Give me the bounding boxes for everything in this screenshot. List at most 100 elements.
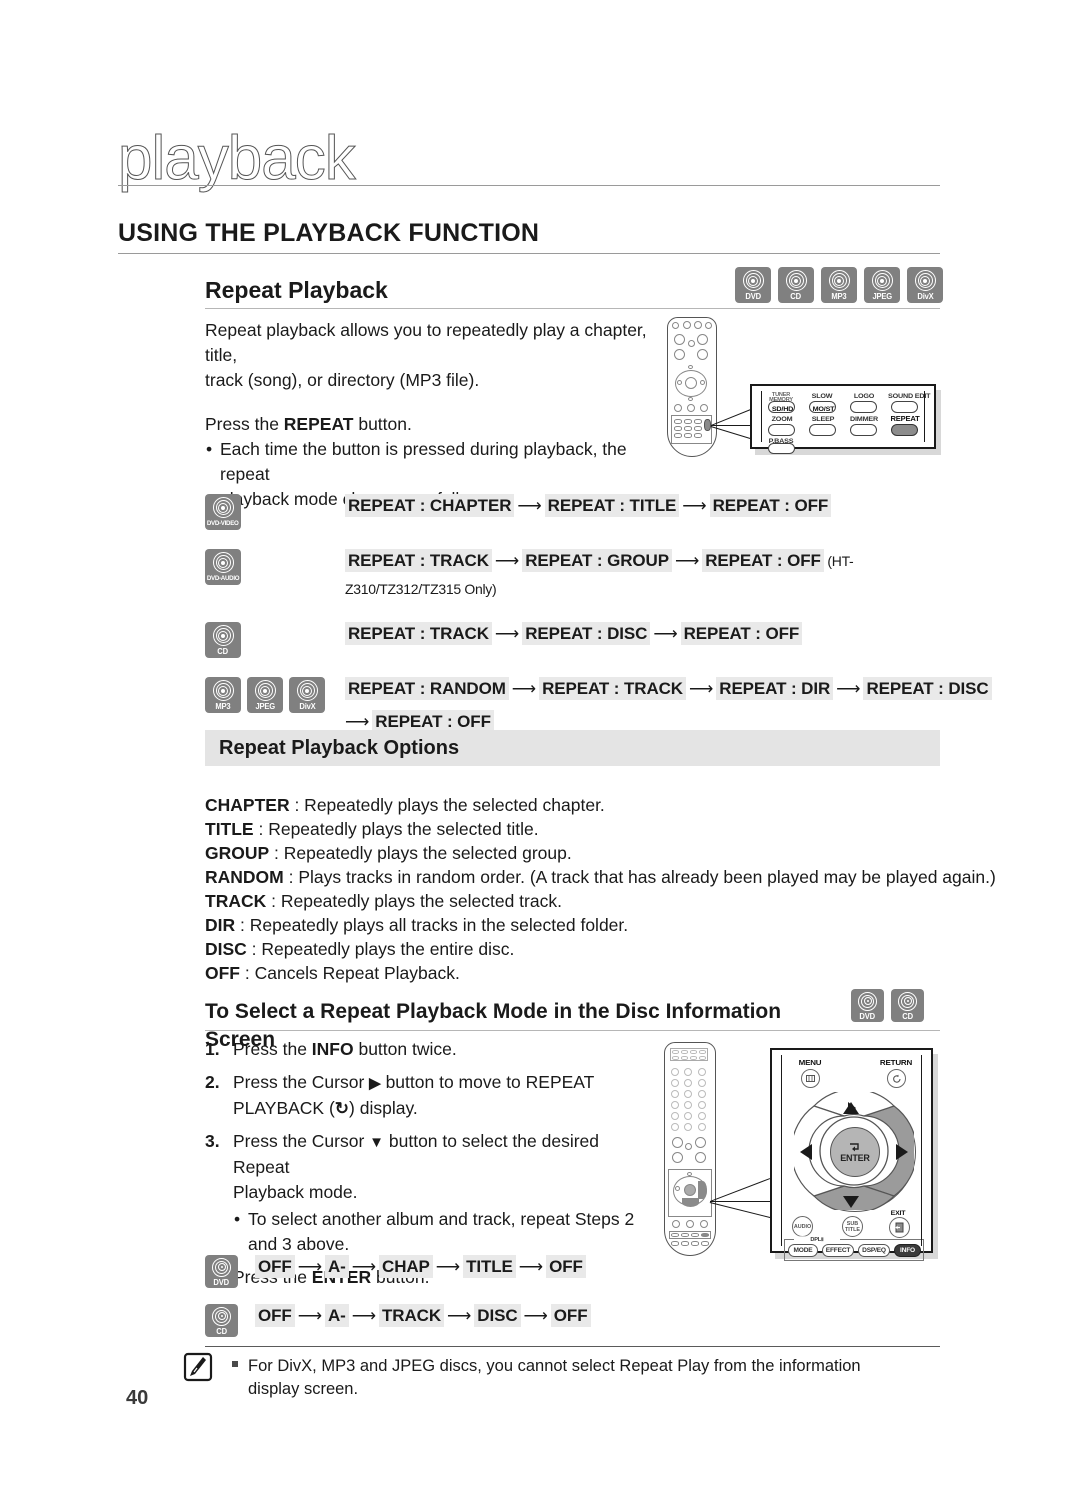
remote-key	[681, 1241, 689, 1246]
arrow-icon: ⟶	[511, 679, 537, 698]
remote-key	[688, 340, 695, 347]
remote-key	[688, 365, 693, 369]
remote-key	[671, 1123, 679, 1131]
running-head: playback	[118, 120, 940, 190]
sequence-text: REPEAT : CHAPTER ⟶ REPEAT : TITLE ⟶ REPEAT :…	[345, 492, 945, 519]
sequence-icons: CD	[205, 620, 345, 658]
step-3: 3. Press the Cursor ▼ button to select t…	[205, 1129, 645, 1257]
arrow-icon: ⟶	[682, 496, 707, 515]
cursor-up-triangle[interactable]	[843, 1102, 859, 1114]
step-pre: Press the Cursor	[233, 1131, 370, 1151]
sequence-row-mp3-jpeg-divx: MP3 JPEG DivX REPEAT : RANDOM ⟶ REPEAT : T…	[205, 675, 992, 735]
arrow-icon: ⟶	[351, 1257, 377, 1276]
remote-key	[671, 1068, 679, 1076]
exit-button[interactable]	[889, 1217, 910, 1238]
callout-button-sound-edit[interactable]	[891, 401, 918, 413]
disc-badge-jpeg: JPEG	[247, 677, 283, 713]
sequence-item: OFF	[255, 1255, 295, 1278]
note-icon	[183, 1352, 213, 1382]
option-term: RANDOM	[205, 867, 284, 887]
remote-key	[698, 1068, 706, 1076]
option-term: TITLE	[205, 819, 254, 839]
remote-key	[700, 404, 708, 412]
mode-button[interactable]: MODE	[788, 1244, 818, 1257]
cursor-right-icon[interactable]	[896, 1144, 908, 1160]
return-glyph	[892, 1074, 901, 1083]
note-rule	[205, 1346, 940, 1347]
cursor-left-icon[interactable]	[800, 1144, 812, 1160]
cursor-down-icon[interactable]	[843, 1196, 859, 1208]
sequence-icons: DVD-AUDIO	[205, 547, 345, 585]
dsp-eq-button[interactable]: DSP/EQ	[858, 1244, 890, 1257]
effect-button[interactable]: EFFECT	[822, 1244, 854, 1257]
step-pre: Press the	[233, 1039, 312, 1059]
option-group: GROUP : Repeatedly plays the selected gr…	[205, 841, 945, 865]
remote-key	[681, 1056, 688, 1060]
remote-enter-key	[685, 377, 697, 389]
callout-button-logo[interactable]	[850, 401, 877, 413]
arrow-icon: ⟶	[494, 551, 520, 570]
repeat-button-name: REPEAT	[283, 414, 354, 434]
disc-badge-label: DVD	[859, 1011, 876, 1021]
step-1: 1. Press the INFO button twice.	[205, 1037, 645, 1062]
sequence-item: REPEAT : RANDOM	[345, 677, 509, 700]
callout-label-sleep: SLEEP	[811, 414, 835, 423]
option-desc: : Repeatedly plays the selected title.	[253, 819, 539, 839]
callout-button-sdhd[interactable]: SD/HD	[768, 401, 795, 413]
menu-glyph	[806, 1075, 815, 1082]
arrow-icon: ⟶	[688, 679, 714, 698]
option-desc: : Repeatedly plays all tracks in the sel…	[235, 915, 629, 935]
cursor-right-icon: ▶	[369, 1075, 381, 1092]
remote-key	[671, 1079, 679, 1087]
disc-badge-mp3: MP3	[205, 677, 241, 713]
sequence-item: A-	[324, 1255, 349, 1278]
sequence-icons: CD	[205, 1302, 255, 1337]
disc-icon	[871, 270, 893, 291]
disc-icon	[212, 552, 234, 573]
sequence-item: REPEAT : OFF	[702, 549, 824, 572]
step-post: button to move to REPEAT	[380, 1072, 595, 1092]
step-text: Press the INFO button twice.	[233, 1037, 645, 1062]
remote-key	[684, 1068, 692, 1076]
return-icon[interactable]	[887, 1069, 906, 1088]
enter-button[interactable]: ENTER	[830, 1127, 880, 1177]
remote-key	[674, 334, 685, 345]
step-post: button twice.	[353, 1039, 457, 1059]
sequence-text: REPEAT : TRACK ⟶ REPEAT : DISC ⟶ REPEAT : OF…	[345, 620, 945, 647]
callout-button-sleep[interactable]	[809, 424, 836, 436]
sequence-icons: MP3 JPEG DivX	[205, 675, 345, 713]
disc-icon	[296, 680, 318, 701]
callout-button-most[interactable]: MO/ST	[809, 401, 836, 413]
remote-key	[694, 426, 702, 431]
option-desc: : Plays tracks in random order. (A track…	[283, 867, 996, 887]
option-track: TRACK : Repeatedly plays the selected tr…	[205, 889, 945, 913]
menu-icon[interactable]	[801, 1069, 820, 1088]
sequence-item: REPEAT : CHAPTER	[345, 494, 515, 517]
audio-button[interactable]: AUDIO	[792, 1216, 813, 1237]
disc-badge-label: CD	[790, 292, 802, 301]
sequence-item: REPEAT : TRACK	[345, 622, 492, 645]
option-term: CHAPTER	[205, 795, 290, 815]
bullet-line-1: Each time the button is pressed during p…	[205, 437, 665, 487]
callout-button-zoom[interactable]	[768, 424, 795, 436]
remote-key	[684, 1112, 692, 1120]
callout-button-repeat[interactable]	[891, 424, 918, 436]
subtitle-button[interactable]: SUB TITLE	[842, 1216, 863, 1237]
option-term: DISC	[205, 939, 247, 959]
option-term: DIR	[205, 915, 236, 935]
note-body: For DivX, MP3 and JPEG discs, you cannot…	[232, 1355, 908, 1401]
step-line-2: PLAYBACK (↻) display.	[233, 1098, 418, 1118]
dplii-label: DPLⅡ	[794, 1236, 840, 1244]
remote-key	[671, 1090, 679, 1098]
repeat-options-bar: Repeat Playback Options	[205, 730, 940, 766]
info-button[interactable]: INFO	[894, 1244, 921, 1257]
remote-key	[672, 1050, 679, 1054]
cursor-down-icon: ▼	[369, 1134, 385, 1151]
sequence-text: REPEAT : RANDOM ⟶ REPEAT : TRACK ⟶ REPEAT : …	[345, 675, 992, 735]
callout-button-dimmer[interactable]	[850, 424, 877, 436]
remote-key	[671, 1241, 679, 1246]
disc-icon	[828, 270, 850, 291]
disc-badge-dvd: DVD	[205, 1255, 238, 1288]
arrow-icon: ⟶	[435, 1257, 461, 1276]
callout-button-pbass[interactable]	[768, 443, 795, 454]
